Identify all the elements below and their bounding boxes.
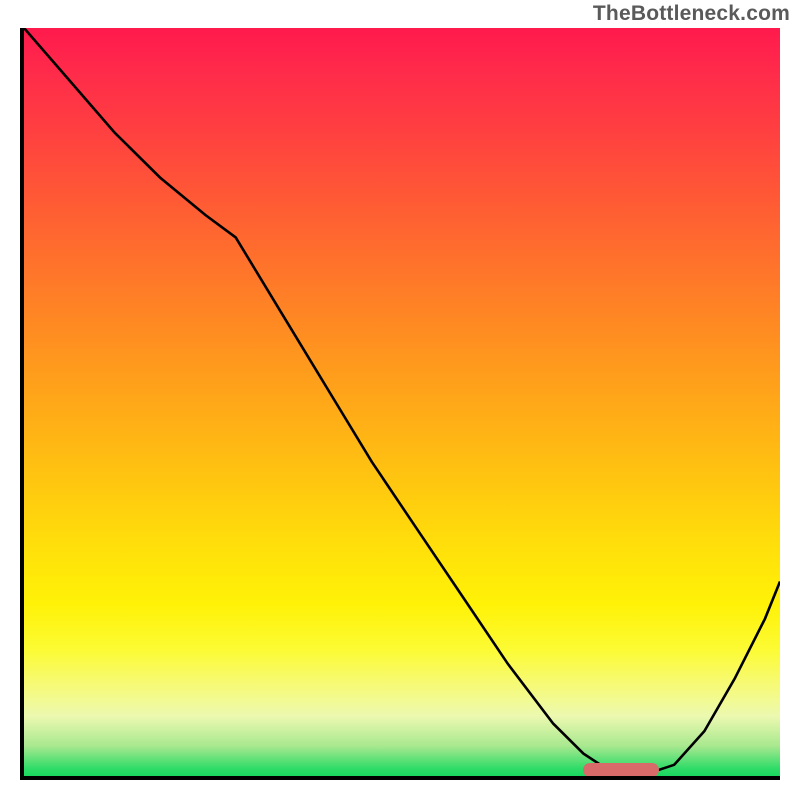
chart-container: TheBottleneck.com — [0, 0, 800, 800]
plot-area — [24, 28, 780, 776]
watermark-text: TheBottleneck.com — [593, 2, 790, 26]
bottleneck-curve — [24, 28, 780, 772]
curve-layer — [24, 28, 780, 776]
optimal-range-bar — [583, 763, 659, 776]
